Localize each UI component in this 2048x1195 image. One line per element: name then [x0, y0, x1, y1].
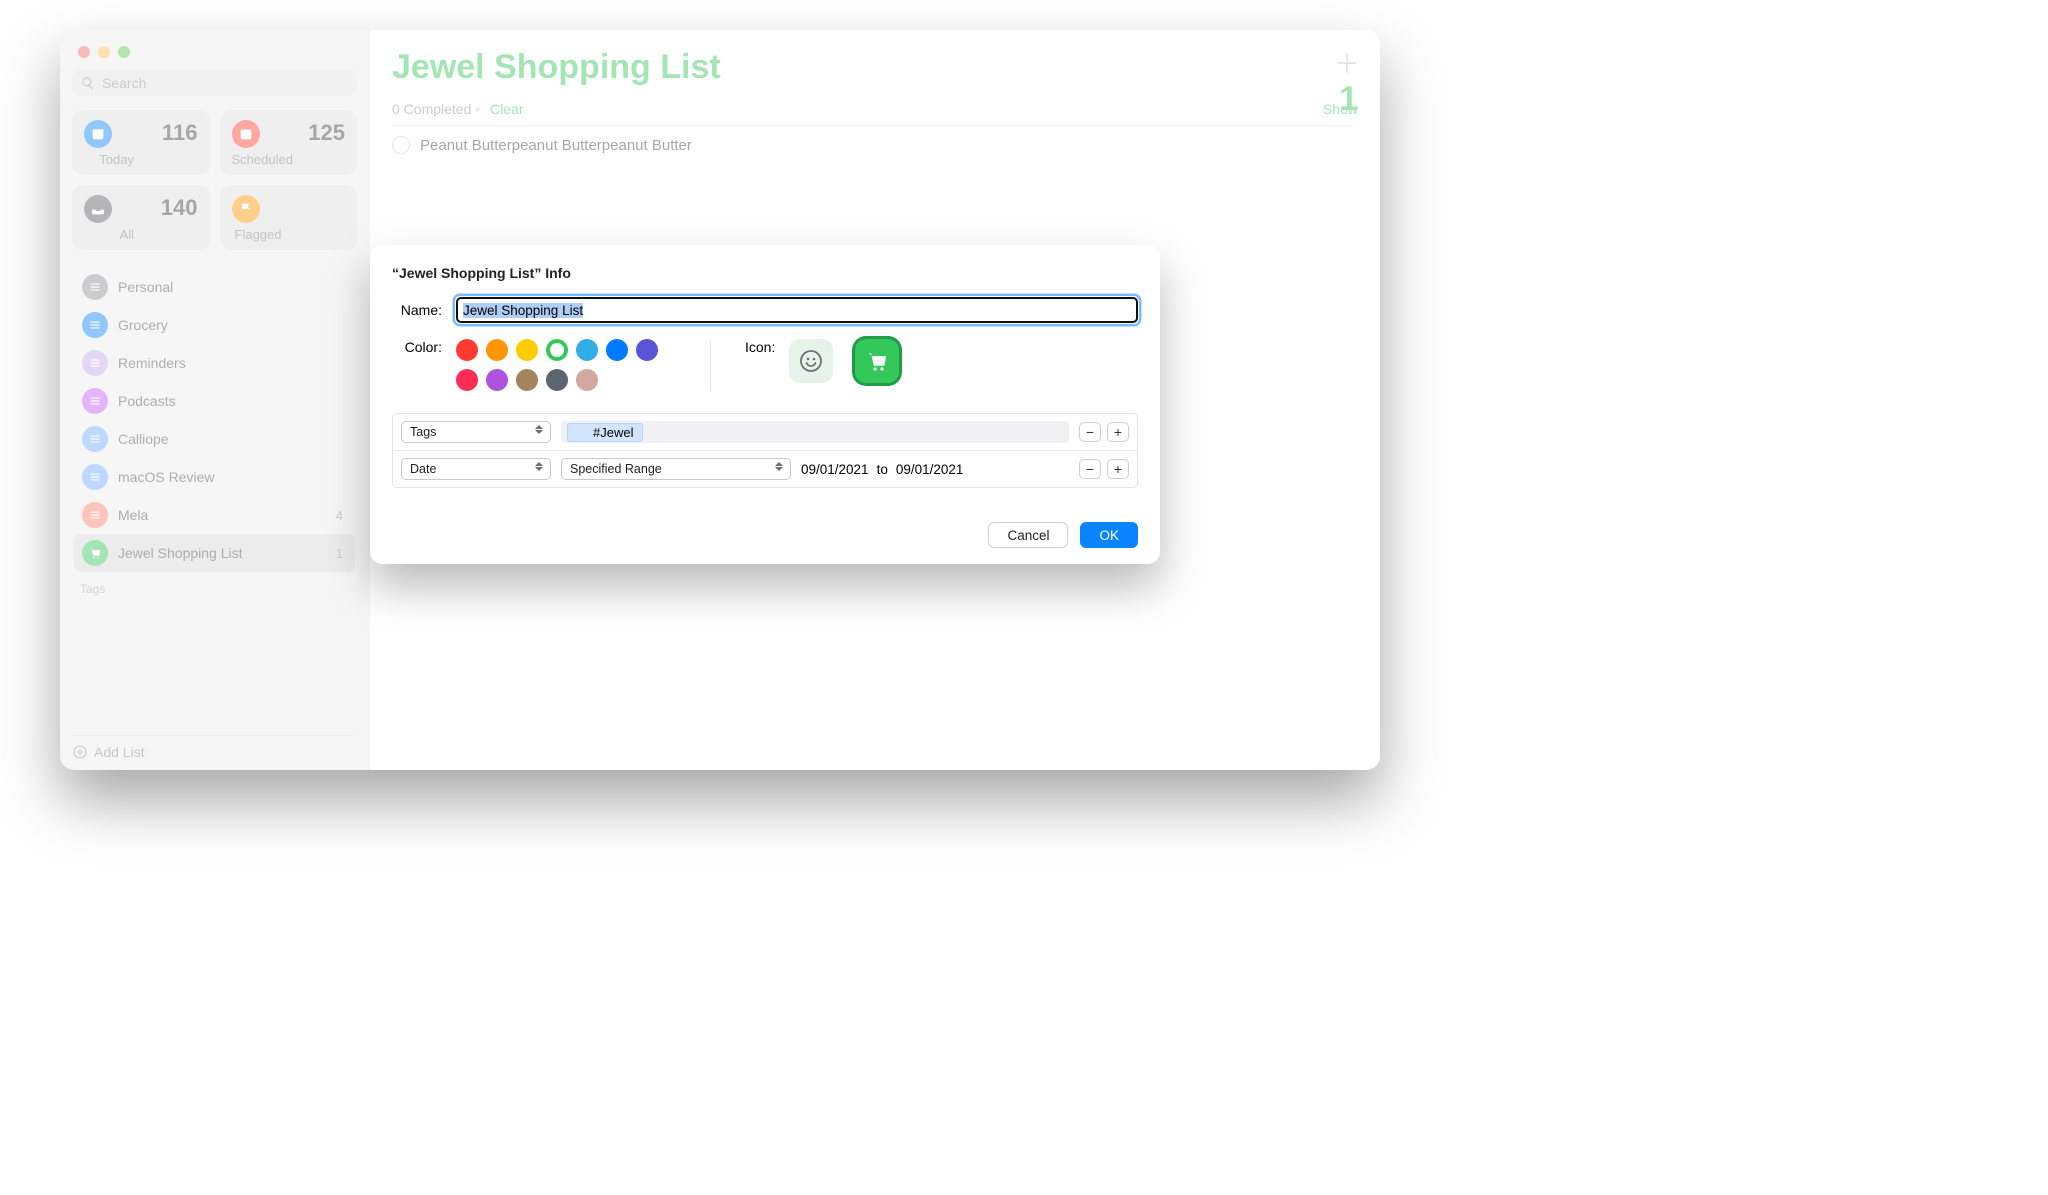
- list-icon: [82, 388, 108, 414]
- add-criteria-button[interactable]: +: [1107, 459, 1129, 479]
- color-swatch[interactable]: [636, 339, 658, 361]
- search-placeholder: Search: [102, 75, 146, 91]
- tag-token-field[interactable]: #Jewel: [561, 421, 1069, 443]
- color-swatch[interactable]: [576, 369, 598, 391]
- sidebar-list-item[interactable]: Grocery: [74, 306, 355, 344]
- color-swatch[interactable]: [546, 369, 568, 391]
- cancel-button[interactable]: Cancel: [988, 522, 1068, 548]
- sidebar-list-item[interactable]: Reminders: [74, 344, 355, 382]
- completed-summary: 0 Completed • Clear: [392, 101, 524, 117]
- criteria-mode-select[interactable]: Specified Range: [561, 458, 791, 480]
- add-reminder-button[interactable]: ＋: [1334, 44, 1360, 81]
- list-icon: [82, 464, 108, 490]
- smart-list-criteria: Tags #Jewel − + Date Specified Range: [392, 413, 1138, 488]
- stepper-icon: [535, 425, 545, 434]
- color-swatches: [456, 339, 676, 391]
- ok-button[interactable]: OK: [1080, 522, 1138, 548]
- sidebar-list-item[interactable]: Mela 4: [74, 496, 355, 534]
- remove-criteria-button[interactable]: −: [1079, 459, 1101, 479]
- list-icon: [82, 502, 108, 528]
- smart-lists: 116 Today 125 Scheduled 140 All: [72, 110, 357, 250]
- color-swatch[interactable]: [456, 339, 478, 361]
- list-title: Jewel Shopping List: [392, 48, 1358, 87]
- smart-list-scheduled[interactable]: 125 Scheduled: [220, 110, 358, 175]
- criteria-field-select[interactable]: Date: [401, 458, 551, 480]
- list-badge: 1: [336, 546, 347, 561]
- color-swatch[interactable]: [486, 339, 508, 361]
- dialog-title: “Jewel Shopping List” Info: [392, 265, 1138, 281]
- list-label: Mela: [118, 507, 148, 523]
- criteria-row: Date Specified Range 09/01/2021 to 09/01…: [393, 451, 1137, 487]
- my-lists: Personal Grocery Reminders Podcasts Call…: [72, 268, 357, 572]
- list-label: Podcasts: [118, 393, 176, 409]
- add-list-button[interactable]: Add List: [72, 735, 357, 760]
- window-controls: [72, 44, 357, 70]
- color-swatch[interactable]: [486, 369, 508, 391]
- date-from-field[interactable]: 09/01/2021: [801, 462, 869, 477]
- color-swatch[interactable]: [456, 369, 478, 391]
- stepper-icon: [775, 462, 785, 471]
- reminder-row[interactable]: Peanut Butterpeanut Butterpeanut Butter: [392, 126, 1358, 154]
- zoom-window-button[interactable]: [118, 46, 130, 58]
- date-to-field[interactable]: 09/01/2021: [896, 462, 964, 477]
- color-swatch[interactable]: [576, 339, 598, 361]
- reminders-window: Search 116 Today 125 Scheduled 140: [60, 30, 1380, 770]
- color-swatch[interactable]: [516, 339, 538, 361]
- list-icon: [82, 540, 108, 566]
- color-label: Color:: [392, 339, 442, 355]
- tray-icon: [84, 195, 112, 223]
- list-info-dialog: “Jewel Shopping List” Info Name: Color: …: [370, 245, 1160, 564]
- smart-list-flagged[interactable]: Flagged: [220, 185, 358, 250]
- list-label: Jewel Shopping List: [118, 545, 243, 561]
- list-label: macOS Review: [118, 469, 214, 485]
- clear-completed-button[interactable]: Clear: [490, 101, 523, 117]
- criteria-field-select[interactable]: Tags: [401, 421, 551, 443]
- list-badge: 4: [336, 508, 347, 523]
- list-label: Reminders: [118, 355, 186, 371]
- search-icon: [81, 76, 95, 90]
- plus-circle-icon: [72, 744, 88, 760]
- tags-heading: Tags: [72, 572, 357, 600]
- sidebar: Search 116 Today 125 Scheduled 140: [60, 30, 370, 770]
- list-icon: [82, 426, 108, 452]
- smart-list-all[interactable]: 140 All: [72, 185, 210, 250]
- list-label: Grocery: [118, 317, 168, 333]
- color-swatch[interactable]: [516, 369, 538, 391]
- list-count: 1: [1339, 80, 1358, 119]
- list-icon: [82, 350, 108, 376]
- name-field[interactable]: [456, 297, 1138, 323]
- list-label: Calliope: [118, 431, 169, 447]
- flag-icon: [232, 195, 260, 223]
- reminder-title: Peanut Butterpeanut Butterpeanut Butter: [420, 137, 692, 154]
- sidebar-list-item[interactable]: Podcasts: [74, 382, 355, 420]
- list-label: Personal: [118, 279, 173, 295]
- smiley-icon: [799, 349, 823, 373]
- smart-list-today[interactable]: 116 Today: [72, 110, 210, 175]
- sidebar-list-item[interactable]: Calliope: [74, 420, 355, 458]
- search-input[interactable]: Search: [72, 70, 357, 96]
- color-swatch[interactable]: [546, 339, 568, 361]
- add-criteria-button[interactable]: +: [1107, 422, 1129, 442]
- minimize-window-button[interactable]: [98, 46, 110, 58]
- today-icon: [84, 120, 112, 148]
- complete-toggle[interactable]: [392, 136, 410, 154]
- criteria-row: Tags #Jewel − +: [393, 414, 1137, 451]
- sidebar-list-item[interactable]: Jewel Shopping List 1: [74, 534, 355, 572]
- calendar-icon: [232, 120, 260, 148]
- cart-icon: [865, 349, 889, 373]
- sidebar-list-item[interactable]: macOS Review: [74, 458, 355, 496]
- sidebar-list-item[interactable]: Personal: [74, 268, 355, 306]
- tag-token[interactable]: #Jewel: [567, 423, 643, 442]
- emoji-icon-option[interactable]: [789, 339, 833, 383]
- stepper-icon: [535, 462, 545, 471]
- list-icon: [82, 312, 108, 338]
- list-icon: [82, 274, 108, 300]
- close-window-button[interactable]: [78, 46, 90, 58]
- icon-label: Icon:: [745, 339, 775, 355]
- cart-icon-option[interactable]: [855, 339, 899, 383]
- color-swatch[interactable]: [606, 339, 628, 361]
- name-label: Name:: [392, 302, 442, 318]
- remove-criteria-button[interactable]: −: [1079, 422, 1101, 442]
